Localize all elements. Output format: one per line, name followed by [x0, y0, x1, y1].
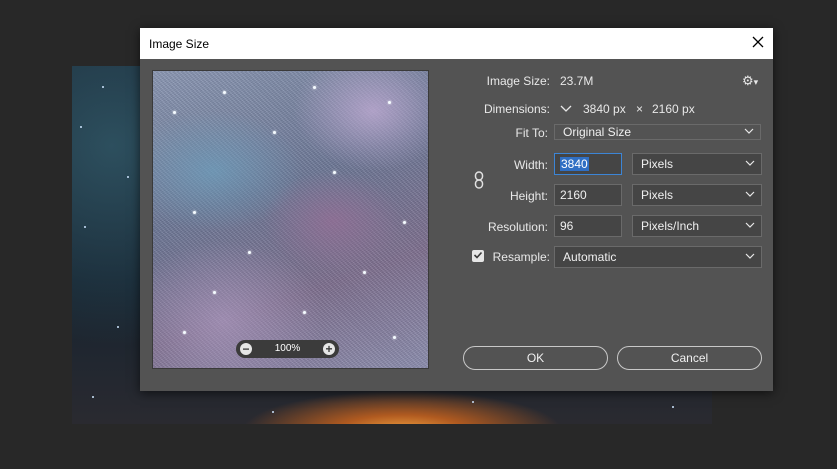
gear-icon[interactable]: ⚙▾	[742, 73, 758, 89]
zoom-in-button[interactable]: +	[323, 343, 335, 355]
close-button[interactable]	[742, 28, 773, 59]
width-unit: Pixels	[641, 157, 674, 171]
dimensions-times: ×	[636, 102, 644, 116]
zoom-in-icon: +	[325, 342, 333, 356]
preview-star	[363, 271, 366, 274]
height-label: Height:	[509, 189, 548, 203]
resolution-input[interactable]: 96	[554, 215, 622, 237]
dialog-title: Image Size	[149, 37, 210, 51]
resolution-unit: Pixels/Inch	[641, 219, 700, 233]
chevron-down-icon	[560, 102, 572, 119]
chevron-down-icon	[745, 250, 755, 265]
star	[102, 86, 104, 88]
preview-star	[333, 171, 336, 174]
cancel-button[interactable]: Cancel	[617, 346, 762, 370]
star	[92, 396, 94, 398]
height-unit-dropdown[interactable]: Pixels	[632, 184, 762, 206]
chevron-down-icon	[745, 188, 755, 203]
preview-star	[173, 111, 176, 114]
star	[127, 176, 129, 178]
resample-label: Resample:	[492, 250, 550, 264]
image-preview[interactable]	[152, 70, 429, 369]
zoom-control: − 100% +	[236, 340, 339, 358]
dimensions-height: 2160 px	[652, 102, 695, 116]
resample-value: Automatic	[563, 250, 617, 264]
preview-star	[388, 101, 391, 104]
dimensions-dropdown[interactable]	[560, 102, 572, 114]
width-input[interactable]: 3840	[554, 153, 622, 175]
star	[272, 411, 274, 413]
star	[472, 401, 474, 403]
image-size-value: 23.7M	[560, 74, 594, 88]
preview-star	[393, 336, 396, 339]
resample-dropdown[interactable]: Automatic	[554, 246, 762, 268]
image-size-dialog: Image Size − 100% + Image Size: 23.7M ⚙▾…	[140, 28, 773, 391]
dimensions-label: Dimensions:	[483, 102, 550, 116]
height-input[interactable]: 2160	[554, 184, 622, 206]
resolution-label: Resolution:	[487, 220, 548, 234]
preview-star	[213, 291, 216, 294]
preview-star	[273, 131, 276, 134]
fit-to-label: Fit To:	[515, 126, 548, 140]
ok-button[interactable]: OK	[463, 346, 608, 370]
fit-to-value: Original Size	[563, 125, 632, 139]
preview-star	[403, 221, 406, 224]
resample-checkbox[interactable]	[472, 250, 484, 262]
preview-star	[223, 91, 226, 94]
star	[117, 326, 119, 328]
preview-star	[313, 86, 316, 89]
chevron-down-icon	[744, 125, 754, 139]
width-label: Width:	[513, 158, 548, 172]
width-unit-dropdown[interactable]: Pixels	[632, 153, 762, 175]
star	[80, 126, 82, 128]
check-icon	[473, 247, 483, 265]
image-size-label: Image Size:	[486, 74, 550, 88]
star	[672, 406, 674, 408]
dimensions-width: 3840 px	[583, 102, 626, 116]
preview-star	[193, 211, 196, 214]
titlebar: Image Size	[140, 28, 773, 59]
star	[84, 226, 86, 228]
fit-to-dropdown[interactable]: Original Size	[554, 124, 761, 140]
chevron-down-icon	[745, 219, 755, 234]
preview-star	[303, 311, 306, 314]
height-unit: Pixels	[641, 188, 674, 202]
resolution-value: 96	[560, 219, 574, 233]
preview-star	[183, 331, 186, 334]
close-icon	[752, 36, 764, 51]
width-value: 3840	[560, 157, 589, 171]
chevron-down-icon	[745, 157, 755, 172]
height-value: 2160	[560, 188, 587, 202]
resolution-unit-dropdown[interactable]: Pixels/Inch	[632, 215, 762, 237]
preview-star	[248, 251, 251, 254]
